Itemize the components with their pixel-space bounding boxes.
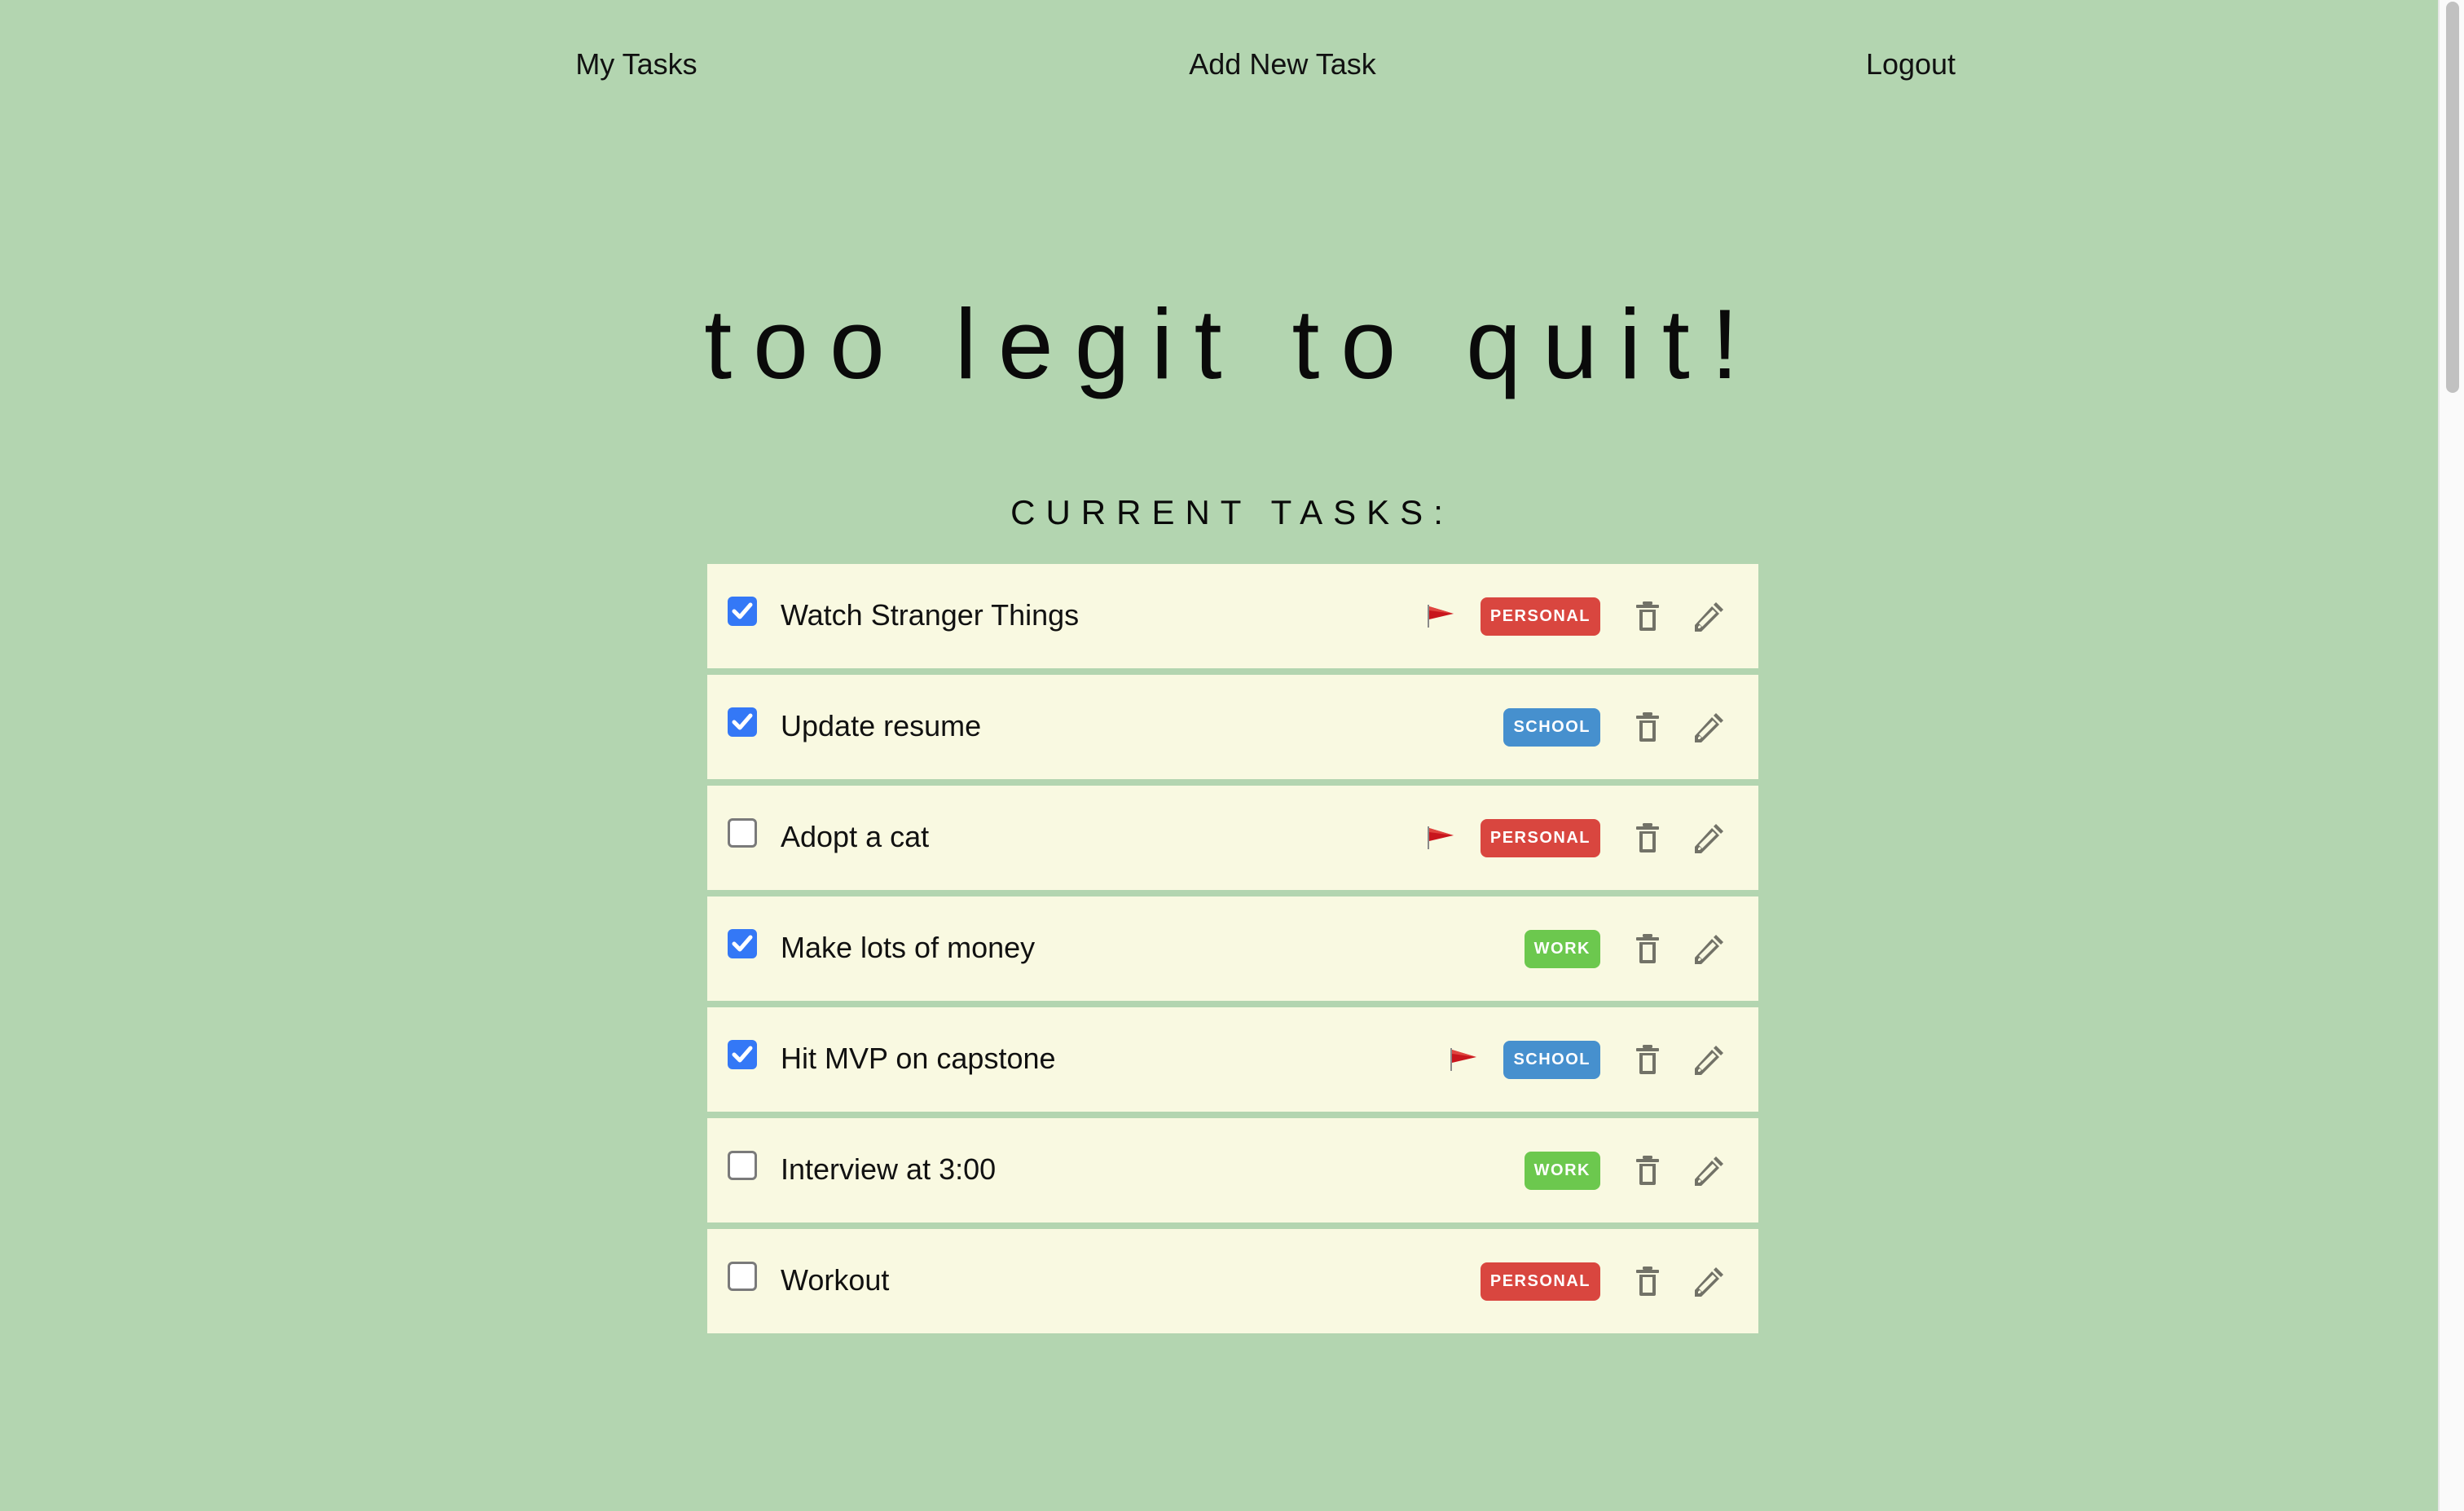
nav-add-new-task[interactable]: Add New Task bbox=[1189, 47, 1375, 81]
task-checkbox[interactable] bbox=[728, 1151, 757, 1180]
trash-icon[interactable] bbox=[1631, 1043, 1664, 1076]
trash-icon[interactable] bbox=[1631, 822, 1664, 854]
checkmark-icon bbox=[732, 713, 753, 730]
pencil-icon[interactable] bbox=[1693, 600, 1726, 632]
checkmark-icon bbox=[732, 602, 753, 619]
task-checkbox[interactable] bbox=[728, 707, 757, 737]
task-actions: PERSONAL bbox=[1425, 786, 1726, 890]
task-row: Workout PERSONAL bbox=[707, 1229, 1758, 1333]
page-title: too legit to quit! bbox=[704, 288, 1760, 399]
trash-icon[interactable] bbox=[1631, 932, 1664, 965]
task-checkbox[interactable] bbox=[728, 1262, 757, 1291]
category-badge[interactable]: WORK bbox=[1524, 929, 1600, 968]
category-badge[interactable]: SCHOOL bbox=[1503, 1040, 1600, 1079]
task-title: Make lots of money bbox=[781, 931, 1036, 964]
task-checkbox[interactable] bbox=[728, 818, 757, 848]
red-flag-icon bbox=[1425, 822, 1458, 854]
category-badge[interactable]: PERSONAL bbox=[1480, 1262, 1600, 1301]
pencil-icon[interactable] bbox=[1693, 1265, 1726, 1297]
pencil-icon[interactable] bbox=[1693, 711, 1726, 743]
task-row: Watch Stranger Things PERSONAL bbox=[707, 564, 1758, 668]
task-actions: WORK bbox=[1524, 1118, 1726, 1222]
task-title: Watch Stranger Things bbox=[781, 598, 1080, 632]
red-flag-icon bbox=[1425, 600, 1458, 632]
task-actions: SCHOOL bbox=[1503, 675, 1726, 779]
task-checkbox[interactable] bbox=[728, 1040, 757, 1069]
red-flag-icon bbox=[1448, 1043, 1481, 1076]
pencil-icon[interactable] bbox=[1693, 1043, 1726, 1076]
task-actions: SCHOOL bbox=[1448, 1007, 1726, 1112]
nav-my-tasks[interactable]: My Tasks bbox=[575, 47, 697, 81]
pencil-icon[interactable] bbox=[1693, 822, 1726, 854]
pencil-icon[interactable] bbox=[1693, 1154, 1726, 1187]
task-checkbox[interactable] bbox=[728, 597, 757, 626]
checkmark-icon bbox=[732, 1046, 753, 1063]
task-actions: WORK bbox=[1524, 896, 1726, 1001]
task-title: Interview at 3:00 bbox=[781, 1152, 997, 1186]
trash-icon[interactable] bbox=[1631, 600, 1664, 632]
category-badge[interactable]: WORK bbox=[1524, 1151, 1600, 1190]
task-row: Adopt a cat PERSONAL bbox=[707, 786, 1758, 890]
nav-logout[interactable]: Logout bbox=[1866, 47, 1956, 81]
task-row: Hit MVP on capstone SCHOOL bbox=[707, 1007, 1758, 1112]
task-title: Adopt a cat bbox=[781, 820, 930, 853]
task-row: Update resume SCHOOL bbox=[707, 675, 1758, 779]
task-title: Workout bbox=[781, 1263, 890, 1297]
task-list: Watch Stranger Things PERSONAL Update re… bbox=[707, 564, 1758, 1340]
scrollbar-thumb[interactable] bbox=[2446, 2, 2459, 393]
task-title: Update resume bbox=[781, 709, 982, 742]
task-row: Interview at 3:00 WORK bbox=[707, 1118, 1758, 1222]
trash-icon[interactable] bbox=[1631, 1265, 1664, 1297]
trash-icon[interactable] bbox=[1631, 711, 1664, 743]
section-heading: CURRENT TASKS: bbox=[1010, 492, 1454, 531]
task-actions: PERSONAL bbox=[1425, 564, 1726, 668]
trash-icon[interactable] bbox=[1631, 1154, 1664, 1187]
task-checkbox[interactable] bbox=[728, 929, 757, 958]
category-badge[interactable]: PERSONAL bbox=[1480, 597, 1600, 636]
task-row: Make lots of money WORK bbox=[707, 896, 1758, 1001]
task-actions: PERSONAL bbox=[1480, 1229, 1726, 1333]
checkmark-icon bbox=[732, 935, 753, 952]
top-nav: My Tasks Add New Task Logout bbox=[0, 47, 2440, 96]
task-title: Hit MVP on capstone bbox=[781, 1042, 1056, 1075]
category-badge[interactable]: PERSONAL bbox=[1480, 818, 1600, 857]
vertical-scrollbar[interactable] bbox=[2438, 0, 2464, 1511]
category-badge[interactable]: SCHOOL bbox=[1503, 707, 1600, 747]
pencil-icon[interactable] bbox=[1693, 932, 1726, 965]
